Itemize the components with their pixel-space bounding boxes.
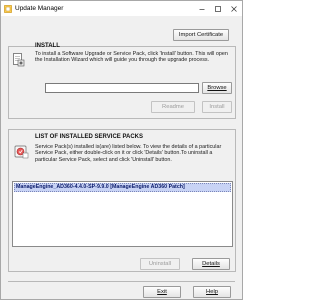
details-button[interactable]: Details [192, 258, 230, 270]
window-controls [194, 1, 242, 16]
install-section-title: INSTALL [35, 43, 60, 49]
install-description: To install a Software Upgrade or Service… [35, 51, 228, 64]
exit-button[interactable]: Exit [143, 286, 181, 298]
installed-description: Service Pack(s) installed is(are) listed… [35, 144, 222, 163]
footer-separator [8, 281, 235, 282]
uninstall-button[interactable]: Uninstall [140, 258, 180, 270]
service-pack-list[interactable]: ManageEngine_AD360-4.4.0-SP-9.9.0 [Manag… [12, 181, 233, 247]
install-panel: INSTALL To install a Software Upgrade or… [8, 43, 236, 119]
update-manager-window: Update Manager Import Certificate INSTAL… [0, 0, 243, 300]
browse-button[interactable]: Browse [202, 82, 232, 94]
title-bar: Update Manager [1, 1, 242, 16]
service-pack-icon [14, 144, 30, 162]
exit-label: Exit [157, 289, 167, 295]
help-button[interactable]: Help [193, 286, 231, 298]
installed-section-title: LIST OF INSTALLED SERVICE PACKS [35, 134, 144, 140]
window-title: Update Manager [15, 5, 64, 12]
details-label: Details [202, 261, 220, 267]
installed-service-packs-panel: LIST OF INSTALLED SERVICE PACKS Service … [8, 129, 236, 272]
maximize-button[interactable] [210, 1, 226, 16]
import-certificate-button[interactable]: Import Certificate [173, 29, 229, 41]
browse-label: Browse [207, 85, 227, 91]
help-label: Help [206, 289, 218, 295]
minimize-button[interactable] [194, 1, 210, 16]
install-icon [12, 52, 26, 70]
readme-button[interactable]: Readme [151, 101, 195, 113]
close-button[interactable] [226, 1, 242, 16]
list-item[interactable]: ManageEngine_AD360-4.4.0-SP-9.9.0 [Manag… [14, 183, 231, 192]
update-manager-icon [4, 4, 12, 13]
install-path-input[interactable] [45, 83, 199, 93]
install-button[interactable]: Install [202, 101, 232, 113]
